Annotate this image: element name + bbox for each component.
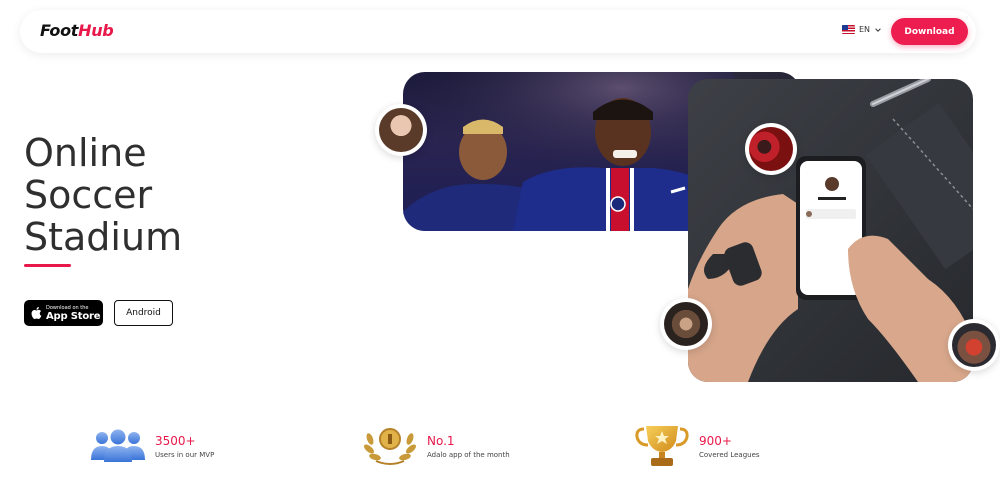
stat-ranking-value: No.1 [427, 433, 455, 448]
stat-users-text: 3500+ Users in our MVP [155, 434, 214, 459]
logo-text-hub: Hub [78, 21, 114, 40]
stat-ranking-label: Adalo app of the month [427, 450, 510, 459]
chevron-down-icon [875, 27, 881, 32]
phone-in-hand-illustration [688, 79, 973, 382]
stat-users: 3500+ Users in our MVP [90, 428, 214, 464]
app-store-button[interactable]: Download on the App Store [24, 300, 103, 326]
title-underline [24, 264, 71, 267]
phone-in-hand-photo [688, 79, 973, 382]
stat-users-value: 3500+ [155, 433, 196, 448]
stat-leagues-value: 900+ [699, 433, 732, 448]
avatar-players [948, 319, 1000, 371]
brand-logo[interactable]: FootHub [40, 21, 114, 40]
hero-title-line2: Soccer [24, 173, 153, 217]
hero-title: Online Soccer Stadium [24, 132, 284, 258]
avatar-fans-red [745, 123, 797, 175]
users-icon [91, 429, 145, 462]
app-store-big-text: App Store [46, 310, 101, 322]
top-navbar: FootHub EN Download [20, 10, 976, 53]
hero-title-line3: Stadium [24, 215, 183, 259]
stat-leagues: 900+ Covered Leagues [634, 423, 760, 469]
avatar-woman [375, 104, 427, 156]
trophy-icon [635, 426, 689, 466]
logo-text-foot: Foot [40, 21, 79, 40]
language-label: EN [859, 25, 871, 34]
stat-ranking: No.1 Adalo app of the month [362, 425, 510, 467]
avatar-crowd [660, 298, 712, 350]
apple-icon [31, 307, 42, 320]
laurel-medal-icon [364, 428, 416, 465]
android-button[interactable]: Android [114, 300, 173, 326]
language-selector[interactable]: EN [842, 25, 882, 34]
download-button[interactable]: Download [891, 18, 968, 45]
stat-users-label: Users in our MVP [155, 450, 215, 459]
app-store-text: Download on the App Store [46, 305, 101, 322]
stat-ranking-text: No.1 Adalo app of the month [427, 434, 510, 459]
stat-leagues-text: 900+ Covered Leagues [699, 434, 760, 459]
stat-leagues-label: Covered Leagues [699, 450, 760, 459]
hero-title-line1: Online [24, 131, 147, 175]
us-flag-icon [842, 25, 855, 34]
